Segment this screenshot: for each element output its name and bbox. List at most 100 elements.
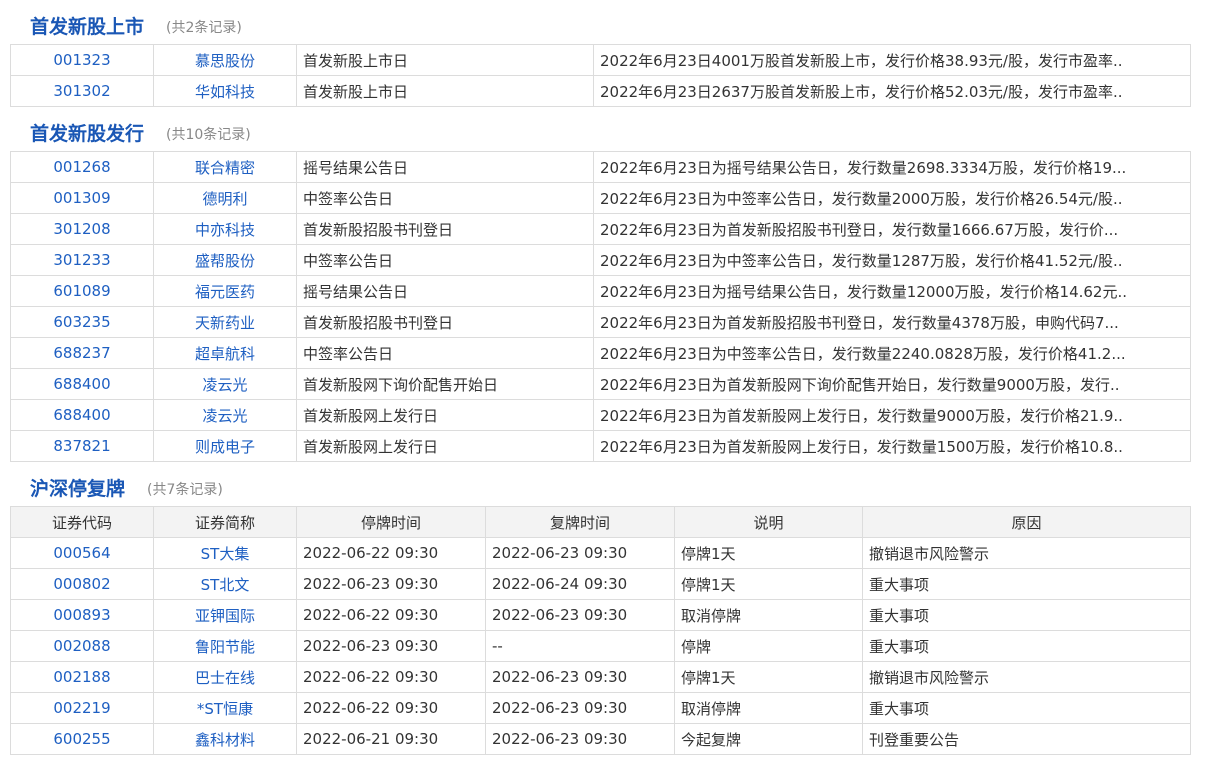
- reason: 重大事项: [862, 692, 1191, 724]
- stock-code-cell: 301233: [10, 244, 154, 276]
- section-title: 沪深停复牌: [30, 478, 126, 500]
- stock-code-link[interactable]: 837821: [53, 437, 110, 455]
- event-description: 2022年6月23日为首发新股招股书刊登日，发行数量4378万股，申购代码7..…: [593, 306, 1191, 338]
- issuance-table: 001268 联合精密 摇号结果公告日 2022年6月23日为摇号结果公告日，发行数量…: [10, 151, 1191, 462]
- stock-code-link[interactable]: 601089: [53, 282, 110, 300]
- suspend-time: 2022-06-23 09:30: [296, 568, 486, 600]
- table-row: 688400 凌云光 首发新股网下询价配售开始日 2022年6月23日为首发新股网下询…: [10, 368, 1191, 400]
- event-description: 2022年6月23日为摇号结果公告日，发行数量2698.3334万股，发行价格1…: [593, 151, 1191, 183]
- reason: 重大事项: [862, 568, 1191, 600]
- event-type: 首发新股招股书刊登日: [296, 213, 594, 245]
- table-row: 000802 ST北文 2022-06-23 09:30 2022-06-24 09:…: [10, 568, 1191, 600]
- stock-name-link[interactable]: 凌云光: [202, 407, 247, 425]
- stock-code-link[interactable]: 688237: [53, 344, 110, 362]
- stock-code-link[interactable]: 002219: [53, 699, 110, 717]
- stock-code-cell: 001309: [10, 182, 154, 214]
- table-row: 301302 华如科技 首发新股上市日 2022年6月23日2637万股首发新股上市，…: [10, 75, 1191, 107]
- stock-name-link[interactable]: 天新药业: [195, 314, 255, 332]
- stock-name-link[interactable]: ST北文: [201, 576, 250, 594]
- stock-code-cell: 301302: [10, 75, 154, 107]
- stock-code-link[interactable]: 600255: [53, 730, 110, 748]
- note: 取消停牌: [674, 692, 863, 724]
- stock-code-link[interactable]: 688400: [53, 406, 110, 424]
- stock-code-link[interactable]: 002088: [53, 637, 110, 655]
- stock-code-link[interactable]: 001309: [53, 189, 110, 207]
- stock-code-cell: 002219: [10, 692, 154, 724]
- listing-section-header: 首发新股上市 (共2条记录): [0, 0, 1208, 40]
- stock-code-link[interactable]: 000564: [53, 544, 110, 562]
- resume-time: 2022-06-23 09:30: [485, 599, 675, 631]
- stock-name-cell: 德明利: [153, 182, 297, 214]
- stock-name-link[interactable]: 福元医药: [195, 283, 255, 301]
- column-header: 说明: [674, 506, 863, 538]
- stock-name-link[interactable]: 巴士在线: [195, 669, 255, 687]
- stock-code-link[interactable]: 000893: [53, 606, 110, 624]
- column-header: 复牌时间: [485, 506, 675, 538]
- stock-name-link[interactable]: *ST恒康: [197, 700, 253, 718]
- stock-code-cell: 603235: [10, 306, 154, 338]
- stock-name-cell: 盛帮股份: [153, 244, 297, 276]
- table-row: 000893 亚钾国际 2022-06-22 09:30 2022-06-23 09:…: [10, 599, 1191, 631]
- section-title: 首发新股发行: [30, 123, 145, 145]
- event-type: 中签率公告日: [296, 244, 594, 276]
- stock-name-link[interactable]: 中亦科技: [195, 221, 255, 239]
- stock-code-link[interactable]: 301208: [53, 220, 110, 238]
- stock-code-cell: 688400: [10, 368, 154, 400]
- note: 停牌1天: [674, 537, 863, 569]
- stock-name-link[interactable]: ST大集: [201, 545, 250, 563]
- stock-name-link[interactable]: 盛帮股份: [195, 252, 255, 270]
- stock-name-cell: 凌云光: [153, 368, 297, 400]
- stock-code-link[interactable]: 688400: [53, 375, 110, 393]
- column-header: 停牌时间: [296, 506, 486, 538]
- table-row: 603235 天新药业 首发新股招股书刊登日 2022年6月23日为首发新股招股书刊登…: [10, 306, 1191, 338]
- event-description: 2022年6月23日为摇号结果公告日，发行数量12000万股，发行价格14.62…: [593, 275, 1191, 307]
- stock-name-cell: ST北文: [153, 568, 297, 600]
- stock-code-link[interactable]: 603235: [53, 313, 110, 331]
- stock-name-cell: 巴士在线: [153, 661, 297, 693]
- event-description: 2022年6月23日为首发新股网上发行日，发行数量9000万股，发行价格21.9…: [593, 399, 1191, 431]
- stock-code-cell: 000564: [10, 537, 154, 569]
- stock-name-link[interactable]: 凌云光: [202, 376, 247, 394]
- suspend-time: 2022-06-22 09:30: [296, 537, 486, 569]
- stock-name-link[interactable]: 鑫科材料: [195, 731, 255, 749]
- issuance-section-header: 首发新股发行 (共10条记录): [0, 107, 1208, 147]
- stock-code-cell: 001323: [10, 44, 154, 76]
- stock-name-link[interactable]: 鲁阳节能: [195, 638, 255, 656]
- event-type: 首发新股上市日: [296, 75, 594, 107]
- stock-code-link[interactable]: 002188: [53, 668, 110, 686]
- stock-name-link[interactable]: 德明利: [202, 190, 247, 208]
- stock-code-cell: 000802: [10, 568, 154, 600]
- reason: 刊登重要公告: [862, 723, 1191, 755]
- stock-name-link[interactable]: 则成电子: [195, 438, 255, 456]
- stock-code-link[interactable]: 301302: [53, 82, 110, 100]
- stock-name-cell: *ST恒康: [153, 692, 297, 724]
- column-header: 原因: [862, 506, 1191, 538]
- stock-name-link[interactable]: 华如科技: [195, 83, 255, 101]
- event-description: 2022年6月23日为中签率公告日，发行数量1287万股，发行价格41.52元/…: [593, 244, 1191, 276]
- stock-name-link[interactable]: 超卓航科: [195, 345, 255, 363]
- table-row: 600255 鑫科材料 2022-06-21 09:30 2022-06-23 09:…: [10, 723, 1191, 755]
- stock-code-link[interactable]: 001323: [53, 51, 110, 69]
- table-row: 601089 福元医药 摇号结果公告日 2022年6月23日为摇号结果公告日，发行数量…: [10, 275, 1191, 307]
- note: 今起复牌: [674, 723, 863, 755]
- resume-time: 2022-06-23 09:30: [485, 537, 675, 569]
- event-description: 2022年6月23日为中签率公告日，发行数量2000万股，发行价格26.54元/…: [593, 182, 1191, 214]
- table-row: 688400 凌云光 首发新股网上发行日 2022年6月23日为首发新股网上发行日，发…: [10, 399, 1191, 431]
- stock-code-link[interactable]: 001268: [53, 158, 110, 176]
- stock-code-cell: 001268: [10, 151, 154, 183]
- stock-name-link[interactable]: 联合精密: [195, 159, 255, 177]
- event-type: 中签率公告日: [296, 182, 594, 214]
- suspend-time: 2022-06-22 09:30: [296, 692, 486, 724]
- stock-code-link[interactable]: 301233: [53, 251, 110, 269]
- suspend-time: 2022-06-22 09:30: [296, 599, 486, 631]
- stock-name-link[interactable]: 亚钾国际: [195, 607, 255, 625]
- stock-name-link[interactable]: 慕思股份: [195, 52, 255, 70]
- event-type: 摇号结果公告日: [296, 275, 594, 307]
- table-row: 002088 鲁阳节能 2022-06-23 09:30 -- 停牌 重大事项: [10, 630, 1191, 662]
- table-row: 001268 联合精密 摇号结果公告日 2022年6月23日为摇号结果公告日，发行数量…: [10, 151, 1191, 183]
- stock-code-cell: 301208: [10, 213, 154, 245]
- note: 取消停牌: [674, 599, 863, 631]
- event-type: 首发新股网上发行日: [296, 399, 594, 431]
- stock-code-link[interactable]: 000802: [53, 575, 110, 593]
- stock-code-cell: 688237: [10, 337, 154, 369]
